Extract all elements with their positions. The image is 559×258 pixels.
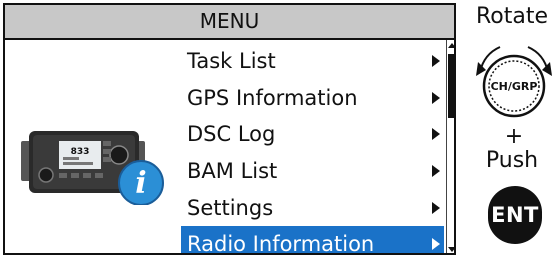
menu-item-label: Settings: [187, 195, 274, 220]
submenu-arrow-icon: [432, 55, 440, 68]
menu-item-settings[interactable]: Settings: [181, 189, 444, 226]
menu-list: Task List GPS Information DSC Log BAM Li…: [181, 43, 444, 255]
menu-screen: MENU 833 i Task List GPS Information DSC…: [3, 3, 456, 255]
menu-item-label: BAM List: [187, 159, 278, 184]
menu-item-label: GPS Information: [187, 85, 358, 110]
menu-item-task-list[interactable]: Task List: [181, 43, 444, 80]
submenu-arrow-icon: [432, 238, 440, 251]
menu-scrollbar[interactable]: [446, 40, 454, 253]
ch-grp-knob[interactable]: CH/GRP: [470, 38, 558, 124]
radio-device-illustration: 833 i: [21, 131, 164, 205]
menu-item-dsc-log[interactable]: DSC Log: [181, 116, 444, 153]
scrollbar-thumb[interactable]: [448, 54, 454, 118]
menu-item-label: Radio Information: [187, 232, 375, 255]
menu-item-gps-information[interactable]: GPS Information: [181, 80, 444, 117]
ent-button[interactable]: ENT: [488, 186, 542, 244]
scroll-down-icon: [448, 247, 454, 252]
menu-title: MENU: [5, 5, 454, 40]
knob-label: CH/GRP: [491, 80, 538, 93]
rotate-left-arrow-icon: [476, 62, 486, 76]
submenu-arrow-icon: [432, 128, 440, 141]
menu-item-radio-information[interactable]: Radio Information: [181, 225, 444, 255]
rotate-right-arrow-icon: [542, 62, 552, 76]
plus-label: +: [504, 124, 524, 149]
menu-item-label: DSC Log: [187, 122, 276, 147]
device-channel-display: 833: [71, 147, 90, 157]
push-label: Push: [485, 148, 539, 173]
submenu-arrow-icon: [432, 165, 440, 178]
rotate-label: Rotate: [475, 4, 549, 29]
submenu-arrow-icon: [432, 201, 440, 214]
menu-item-bam-list[interactable]: BAM List: [181, 153, 444, 190]
info-icon-glyph: i: [135, 166, 146, 201]
scroll-up-icon: [448, 43, 454, 48]
submenu-arrow-icon: [432, 91, 440, 104]
menu-item-label: Task List: [187, 49, 276, 74]
